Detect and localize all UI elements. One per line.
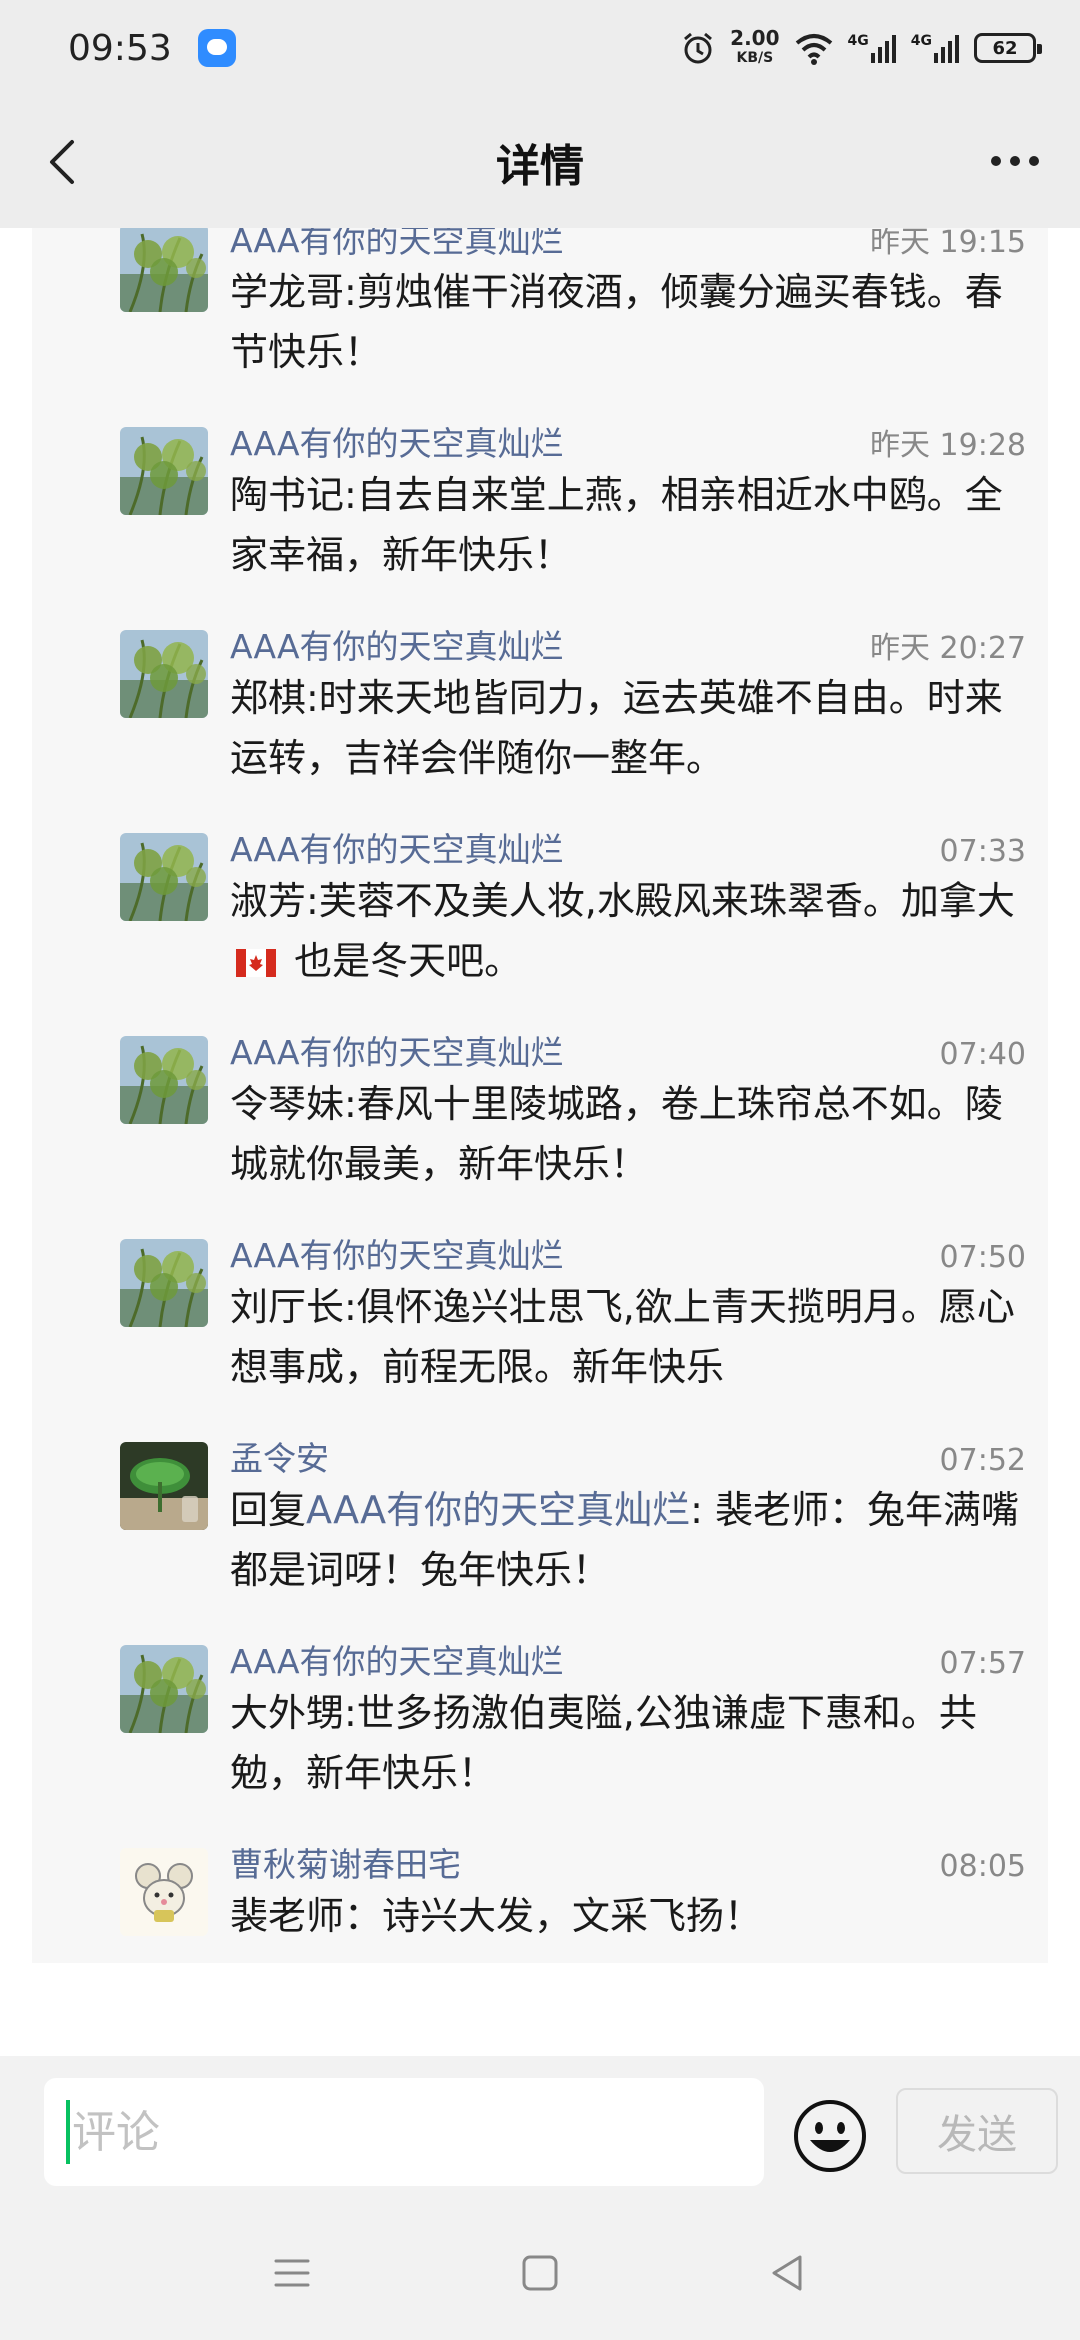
comment-list: AAA有你的天空真灿烂 昨天 19:15 学龙哥:剪烛催干消夜酒，倾囊分遍买春钱。春… xyxy=(32,228,1048,1963)
comment-item[interactable]: AAA有你的天空真灿烂 昨天 19:28 陶书记:自去自来堂上燕，相亲相近水中鸥。全… xyxy=(32,403,1048,606)
smiley-icon[interactable] xyxy=(792,2098,868,2174)
reply-target-name[interactable]: AAA有你的天空真灿烂 xyxy=(306,1488,690,1532)
comment-time: 昨天 19:15 xyxy=(870,228,1026,260)
comment-text: 刘厅长:俱怀逸兴壮思飞,欲上青天揽明月。愿心想事成，前程无限。新年快乐 xyxy=(230,1285,1015,1389)
comment-header: AAA有你的天空真灿烂 07:40 xyxy=(230,1026,1026,1074)
comment-input-box[interactable] xyxy=(44,2078,764,2186)
comment-header: AAA有你的天空真灿烂 昨天 19:28 xyxy=(230,417,1026,465)
chevron-left-icon[interactable] xyxy=(34,130,94,194)
comment-time: 昨天 20:27 xyxy=(870,631,1026,666)
comment-input[interactable] xyxy=(72,2106,712,2158)
comment-item[interactable]: AAA有你的天空真灿烂 07:57 大外甥:世多扬激伯夷隘,公独谦虚下惠和。共勉，新… xyxy=(32,1621,1048,1824)
text-caret xyxy=(66,2100,70,2164)
menu-icon[interactable] xyxy=(268,2249,316,2297)
comment-author[interactable]: 孟令安 xyxy=(230,1432,329,1480)
reply-prefix: 回复 xyxy=(230,1488,307,1532)
comment-time: 07:50 xyxy=(939,1240,1026,1275)
network-type-1: 4G xyxy=(847,33,869,49)
comment-text: 裴老师：诗兴大发，文采飞扬！ xyxy=(230,1894,763,1938)
comment-header: AAA有你的天空真灿烂 07:33 xyxy=(230,823,1026,871)
comment-header: AAA有你的天空真灿烂 昨天 19:15 xyxy=(230,228,1026,262)
comment-text-part: 也是冬天吧。 xyxy=(282,939,523,983)
comment-header: AAA有你的天空真灿烂 07:50 xyxy=(230,1229,1026,1277)
battery-indicator: 62 xyxy=(974,33,1042,63)
comment-author[interactable]: 曹秋菊谢春田宅 xyxy=(230,1838,461,1886)
status-time: 09:53 xyxy=(68,27,172,69)
cell-signal-1: 4G xyxy=(848,33,897,63)
comment-time: 08:05 xyxy=(939,1849,1026,1884)
comment-input-bar: 发送 xyxy=(0,2056,1080,2206)
comment-item[interactable]: AAA有你的天空真灿烂 07:33 淑芳:芙蓉不及美人妆,水殿风来珠翠香。加拿大 也… xyxy=(32,809,1048,1012)
comment-time: 07:52 xyxy=(939,1443,1026,1478)
avatar[interactable] xyxy=(120,630,208,718)
status-indicators: 2.00 KB/S 4G 4G 62 xyxy=(680,28,1042,68)
avatar[interactable] xyxy=(120,427,208,515)
avatar[interactable] xyxy=(120,1442,208,1530)
comment-item[interactable]: 孟令安 07:52 回复AAA有你的天空真灿烂: 裴老师：兔年满嘴都是词呀！兔年快乐… xyxy=(32,1418,1048,1621)
comment-item[interactable]: AAA有你的天空真灿烂 昨天 19:15 学龙哥:剪烛催干消夜酒，倾囊分遍买春钱。春… xyxy=(32,228,1048,403)
comment-text: 令琴妹:春风十里陵城路，卷上珠帘总不如。陵城就你最美，新年快乐！ xyxy=(230,1082,1003,1186)
more-dots-icon[interactable] xyxy=(980,136,1050,186)
speed-value: 2.00 xyxy=(730,26,780,50)
avatar[interactable] xyxy=(120,228,208,312)
comment-content-area[interactable]: AAA有你的天空真灿烂 昨天 19:15 学龙哥:剪烛催干消夜酒，倾囊分遍买春钱。春… xyxy=(0,228,1080,2056)
battery-level: 62 xyxy=(992,37,1018,59)
comment-item[interactable]: 曹秋菊谢春田宅 08:05 裴老师：诗兴大发，文采飞扬！ xyxy=(32,1824,1048,1963)
comment-text: 回复AAA有你的天空真灿烂: 裴老师：兔年满嘴都是词呀！兔年快乐！ xyxy=(230,1480,1030,1600)
comment-author[interactable]: AAA有你的天空真灿烂 xyxy=(230,417,564,465)
comment-time: 昨天 19:28 xyxy=(870,428,1026,463)
comment-time: 07:33 xyxy=(939,834,1026,869)
cell-signal-2: 4G xyxy=(911,33,960,63)
signal-bars-icon xyxy=(934,35,959,63)
comment-time: 07:57 xyxy=(939,1646,1026,1681)
comment-text: 学龙哥:剪烛催干消夜酒，倾囊分遍买春钱。春节快乐！ xyxy=(230,270,1003,374)
page-title: 详情 xyxy=(496,141,584,192)
comment-author[interactable]: AAA有你的天空真灿烂 xyxy=(230,1635,564,1683)
comment-header: 孟令安 07:52 xyxy=(230,1432,1026,1480)
top-navigation-bar: 详情 xyxy=(0,96,1080,228)
comment-text: 大外甥:世多扬激伯夷隘,公独谦虚下惠和。共勉，新年快乐！ xyxy=(230,1691,977,1795)
comment-text: 郑棋:时来天地皆同力，运去英雄不自由。时来运转，吉祥会伴随你一整年。 xyxy=(230,676,1003,780)
avatar[interactable] xyxy=(120,1848,208,1936)
chat-app-notification-icon xyxy=(197,29,236,67)
send-button[interactable]: 发送 xyxy=(896,2088,1058,2174)
comment-author[interactable]: AAA有你的天空真灿烂 xyxy=(230,823,564,871)
comment-item[interactable]: AAA有你的天空真灿烂 07:50 刘厅长:俱怀逸兴壮思飞,欲上青天揽明月。愿心想事… xyxy=(32,1215,1048,1418)
network-type-2: 4G xyxy=(910,33,932,49)
comment-header: AAA有你的天空真灿烂 昨天 20:27 xyxy=(230,620,1026,668)
comment-item[interactable]: AAA有你的天空真灿烂 昨天 20:27 郑棋:时来天地皆同力，运去英雄不自由。时来… xyxy=(32,606,1048,809)
network-speed: 2.00 KB/S xyxy=(730,28,779,68)
signal-bars-icon xyxy=(870,35,896,63)
comment-text: 淑芳:芙蓉不及美人妆,水殿风来珠翠香。加拿大 也是冬天吧。 xyxy=(230,871,1030,991)
alarm-icon xyxy=(684,32,713,64)
comment-header: AAA有你的天空真灿烂 07:57 xyxy=(230,1635,1026,1683)
comment-author[interactable]: AAA有你的天空真灿烂 xyxy=(230,1229,564,1277)
status-bar: 09:53 2.00 KB/S 4G 4G 62 xyxy=(0,0,1080,96)
wifi-icon xyxy=(795,34,832,65)
comment-time: 07:40 xyxy=(939,1037,1026,1072)
comment-text: 陶书记:自去自来堂上燕，相亲相近水中鸥。全家幸福，新年快乐！ xyxy=(230,473,1003,577)
back-triangle-icon[interactable] xyxy=(764,2249,812,2297)
system-navigation-bar xyxy=(0,2206,1080,2340)
comment-author[interactable]: AAA有你的天空真灿烂 xyxy=(230,620,564,668)
comment-panel: AAA有你的天空真灿烂 昨天 19:15 学龙哥:剪烛催干消夜酒，倾囊分遍买春钱。春… xyxy=(32,228,1048,1963)
avatar[interactable] xyxy=(120,1036,208,1124)
comment-header: 曹秋菊谢春田宅 08:05 xyxy=(230,1838,1026,1886)
avatar[interactable] xyxy=(120,833,208,921)
avatar[interactable] xyxy=(120,1239,208,1327)
home-square-icon[interactable] xyxy=(516,2249,564,2297)
speed-unit: KB/S xyxy=(736,50,774,66)
comment-item[interactable]: AAA有你的天空真灿烂 07:40 令琴妹:春风十里陵城路，卷上珠帘总不如。陵城就你… xyxy=(32,1012,1048,1215)
comment-text-part: 淑芳:芙蓉不及美人妆,水殿风来珠翠香。加拿大 xyxy=(230,879,1015,923)
avatar[interactable] xyxy=(120,1645,208,1733)
comment-author[interactable]: AAA有你的天空真灿烂 xyxy=(230,228,564,262)
comment-author[interactable]: AAA有你的天空真灿烂 xyxy=(230,1026,564,1074)
canada-flag-icon xyxy=(236,949,276,977)
